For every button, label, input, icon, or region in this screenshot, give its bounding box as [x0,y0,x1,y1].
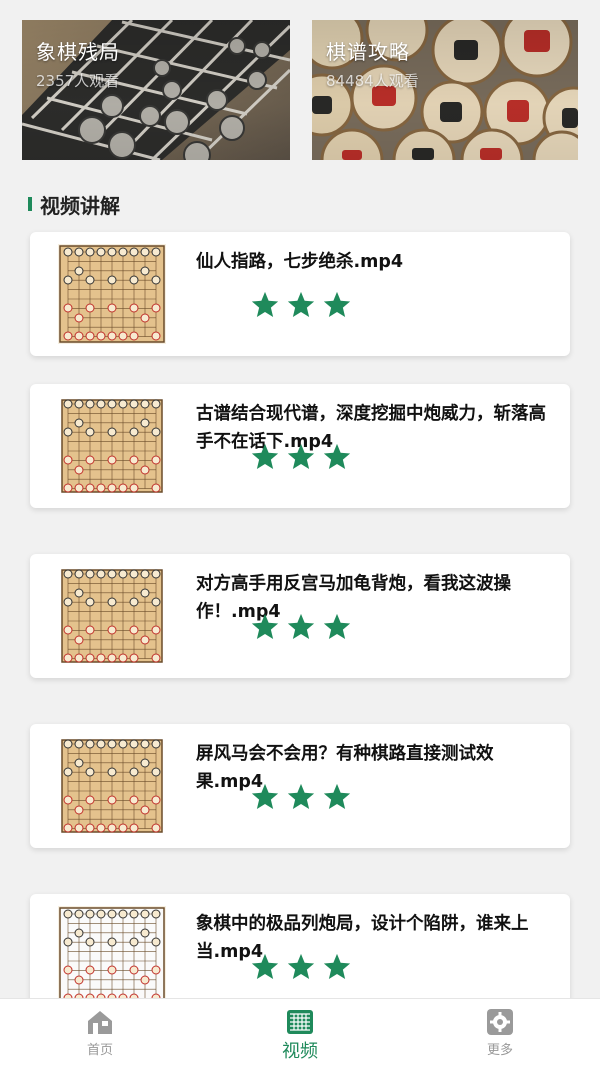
star-rating [250,290,352,320]
star-rating [250,612,352,642]
banner-title: 象棋残局 [36,40,120,64]
star-icon [323,443,351,469]
video-thumbnail [58,396,166,496]
nav-home[interactable]: 首页 [0,999,200,1067]
star-icon [287,783,315,809]
app-screen: 象棋残局 2357人观看 棋谱攻略 84484人观看 视频讲解 仙人指路，七步绝… [0,0,600,1067]
section-title: 视频讲解 [40,193,120,218]
video-card[interactable]: 古谱结合现代谱，深度挖掘中炮威力，斩落高手不在话下.mp4 [30,384,570,508]
video-title: 屏风马会不会用？有种棋路直接测试效果.mp4 [196,744,494,792]
chessboard-thumbnail [58,244,166,344]
star-icon [251,953,279,979]
section-header: 视频讲解 [28,190,120,218]
star-rating [250,782,352,812]
video-thumbnail [58,736,166,836]
banner-view-count: 2357人观看 [36,72,120,90]
star-icon [287,613,315,639]
video-thumbnail [58,906,166,1006]
star-icon [251,291,279,317]
star-icon [251,783,279,809]
chessboard-icon [287,1010,313,1034]
video-title: 仙人指路，七步绝杀.mp4 [196,252,404,272]
chessboard-thumbnail [58,396,166,496]
chessboard-thumbnail [58,566,166,666]
video-card[interactable]: 对方高手用反宫马加龟背炮，看我这波操作！.mp4 [30,554,570,678]
star-icon [323,783,351,809]
video-thumbnail [58,566,166,666]
video-title: 对方高手用反宫马加龟背炮，看我这波操作！.mp4 [196,574,511,622]
video-title: 古谱结合现代谱，深度挖掘中炮威力，斩落高手不在话下.mp4 [196,404,546,452]
video-title: 象棋中的极品列炮局，设计个陷阱，谁来上当.mp4 [196,914,529,962]
chessboard-thumbnail [58,906,166,1006]
video-card[interactable]: 仙人指路，七步绝杀.mp4 [30,232,570,356]
star-icon [323,291,351,317]
chessboard-thumbnail [58,736,166,836]
home-icon [88,1011,112,1034]
star-icon [287,291,315,317]
banner-view-count: 84484人观看 [326,72,419,90]
video-card[interactable]: 屏风马会不会用？有种棋路直接测试效果.mp4 [30,724,570,848]
nav-home-label: 首页 [86,1043,113,1058]
bottom-navigation: 首页 视频 更多 [0,998,600,1067]
star-icon [287,953,315,979]
gear-icon [487,1009,513,1035]
banner-endgame[interactable]: 象棋残局 2357人观看 [22,20,290,160]
star-rating [250,442,352,472]
banner-title: 棋谱攻略 [326,40,410,64]
banner-row: 象棋残局 2357人观看 棋谱攻略 84484人观看 [22,20,578,160]
nav-more-label: 更多 [486,1043,513,1058]
star-icon [251,443,279,469]
star-icon [323,613,351,639]
star-icon [323,953,351,979]
banner-strategy[interactable]: 棋谱攻略 84484人观看 [312,20,578,160]
nav-video-label: 视频 [282,1041,318,1062]
star-icon [287,443,315,469]
star-icon [251,613,279,639]
nav-video[interactable]: 视频 [200,999,400,1067]
section-accent-bar [28,197,32,211]
nav-more[interactable]: 更多 [400,999,600,1067]
star-rating [250,952,352,982]
video-thumbnail [58,244,166,344]
